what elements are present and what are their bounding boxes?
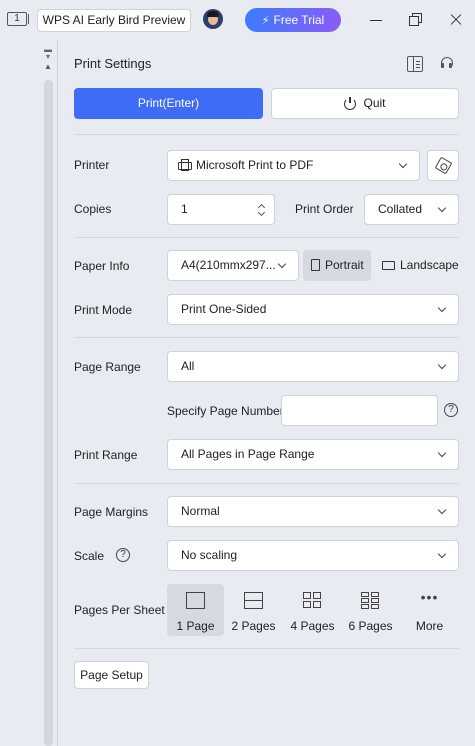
print-button[interactable]: Print(Enter) xyxy=(74,88,263,119)
section-divider xyxy=(74,648,459,649)
free-trial-button[interactable]: ⚡ Free Trial xyxy=(245,8,341,32)
chevron-down-icon xyxy=(437,303,447,313)
portrait-button[interactable]: Portrait xyxy=(303,250,371,281)
specify-page-number-label: Specify Page Number xyxy=(167,404,284,418)
copies-value: 1 xyxy=(181,202,188,216)
help-icon[interactable]: ? xyxy=(116,548,130,562)
page-margins-label: Page Margins xyxy=(74,505,149,519)
print-range-value: All Pages in Page Range xyxy=(181,447,315,461)
settings-gear-icon xyxy=(434,156,453,175)
print-order-label: Print Order xyxy=(295,202,354,216)
printer-properties-button[interactable] xyxy=(427,150,459,181)
portrait-page-icon xyxy=(311,259,320,271)
scale-select[interactable]: No scaling xyxy=(167,540,459,571)
chevron-down-icon xyxy=(437,505,447,515)
print-mode-label: Print Mode xyxy=(74,303,133,317)
pages-per-sheet-option-6[interactable]: 6 Pages xyxy=(342,584,399,636)
free-trial-label: Free Trial xyxy=(273,13,325,27)
printer-icon xyxy=(178,159,192,171)
section-divider xyxy=(74,237,459,238)
section-divider xyxy=(74,483,459,484)
option-label: 2 Pages xyxy=(231,619,276,633)
printer-select[interactable]: Microsoft Print to PDF xyxy=(167,150,420,181)
document-tab[interactable]: WPS AI Early Bird Preview xyxy=(37,9,191,32)
option-label: 6 Pages xyxy=(348,619,393,633)
document-scroll-area: ▬ ▾ ▲ xyxy=(0,40,58,746)
print-order-select[interactable]: Collated xyxy=(364,194,459,225)
chevron-down-icon xyxy=(277,259,287,269)
pages-per-sheet-option-1[interactable]: 1 Page xyxy=(167,584,224,636)
page-range-value: All xyxy=(181,359,195,373)
minimize-icon[interactable] xyxy=(366,10,386,30)
page-margins-select[interactable]: Normal xyxy=(167,496,459,527)
specify-page-number-input[interactable] xyxy=(281,395,438,426)
scroll-to-top-icon[interactable]: ▬ ▾ xyxy=(42,46,54,61)
avatar-hair xyxy=(207,11,219,17)
print-range-select[interactable]: All Pages in Page Range xyxy=(167,439,459,470)
scale-value: No scaling xyxy=(181,548,238,562)
pages-per-sheet-option-2[interactable]: 2 Pages xyxy=(225,584,282,636)
print-order-value: Collated xyxy=(378,202,423,216)
section-divider xyxy=(74,134,459,135)
chevron-down-icon xyxy=(437,549,447,559)
quit-button[interactable]: Quit xyxy=(271,88,459,119)
title-bar: 1 WPS AI Early Bird Preview ⚡ Free Trial xyxy=(0,0,475,40)
page-count-badge[interactable]: 1 xyxy=(7,12,29,26)
single-page-icon xyxy=(186,592,205,609)
copies-stepper[interactable]: 1 xyxy=(167,194,275,225)
landscape-label: Landscape xyxy=(400,258,459,272)
page-margins-value: Normal xyxy=(181,504,220,518)
decrement-icon[interactable] xyxy=(257,208,266,217)
print-mode-select[interactable]: Print One-Sided xyxy=(167,294,459,325)
scale-label: Scale xyxy=(74,549,105,563)
chevron-down-icon xyxy=(437,448,447,458)
six-pages-icon xyxy=(361,592,380,609)
printer-value: Microsoft Print to PDF xyxy=(196,158,314,172)
pages-per-sheet-label: Pages Per Sheet xyxy=(74,603,165,617)
option-label: 4 Pages xyxy=(290,619,335,633)
option-label: More xyxy=(415,619,444,633)
pages-per-sheet-more[interactable]: ••• More xyxy=(401,584,458,636)
avatar[interactable] xyxy=(203,9,223,29)
scrollbar[interactable] xyxy=(44,80,53,746)
print-mode-value: Print One-Sided xyxy=(181,302,267,316)
four-pages-icon xyxy=(303,592,322,609)
paper-size-value: A4(210mmx297... xyxy=(181,258,276,272)
page-setup-button[interactable]: Page Setup xyxy=(74,661,149,689)
close-icon[interactable] xyxy=(446,10,466,30)
print-range-label: Print Range xyxy=(74,448,138,462)
landscape-button[interactable]: Landscape xyxy=(378,250,463,281)
support-headset-icon[interactable] xyxy=(439,56,455,72)
panel-title: Print Settings xyxy=(74,56,152,71)
page-range-select[interactable]: All xyxy=(167,351,459,382)
restore-icon[interactable] xyxy=(406,10,426,30)
printer-label: Printer xyxy=(74,158,110,172)
portrait-label: Portrait xyxy=(325,258,364,272)
layout-toggle-icon[interactable] xyxy=(407,56,423,72)
landscape-page-icon xyxy=(382,261,395,270)
print-settings-panel: Print Settings Print(Enter) Quit Printer… xyxy=(58,40,475,746)
paper-info-label: Paper Info xyxy=(74,259,130,273)
chevron-down-icon xyxy=(437,203,447,213)
copies-label: Copies xyxy=(74,202,112,216)
page-range-label: Page Range xyxy=(74,360,141,374)
chevron-down-icon xyxy=(437,360,447,370)
more-icon: ••• xyxy=(420,589,439,605)
help-icon[interactable]: ? xyxy=(444,403,458,417)
power-icon xyxy=(344,97,357,110)
two-pages-icon xyxy=(244,592,263,609)
option-label: 1 Page xyxy=(176,619,215,633)
chevron-down-icon xyxy=(398,159,408,169)
quit-label: Quit xyxy=(363,96,386,110)
pages-per-sheet-option-4[interactable]: 4 Pages xyxy=(284,584,341,636)
section-divider xyxy=(74,337,459,338)
lightning-icon: ⚡ xyxy=(261,15,270,27)
paper-size-select[interactable]: A4(210mmx297... xyxy=(167,250,299,281)
scroll-up-icon[interactable]: ▲ xyxy=(42,62,54,72)
